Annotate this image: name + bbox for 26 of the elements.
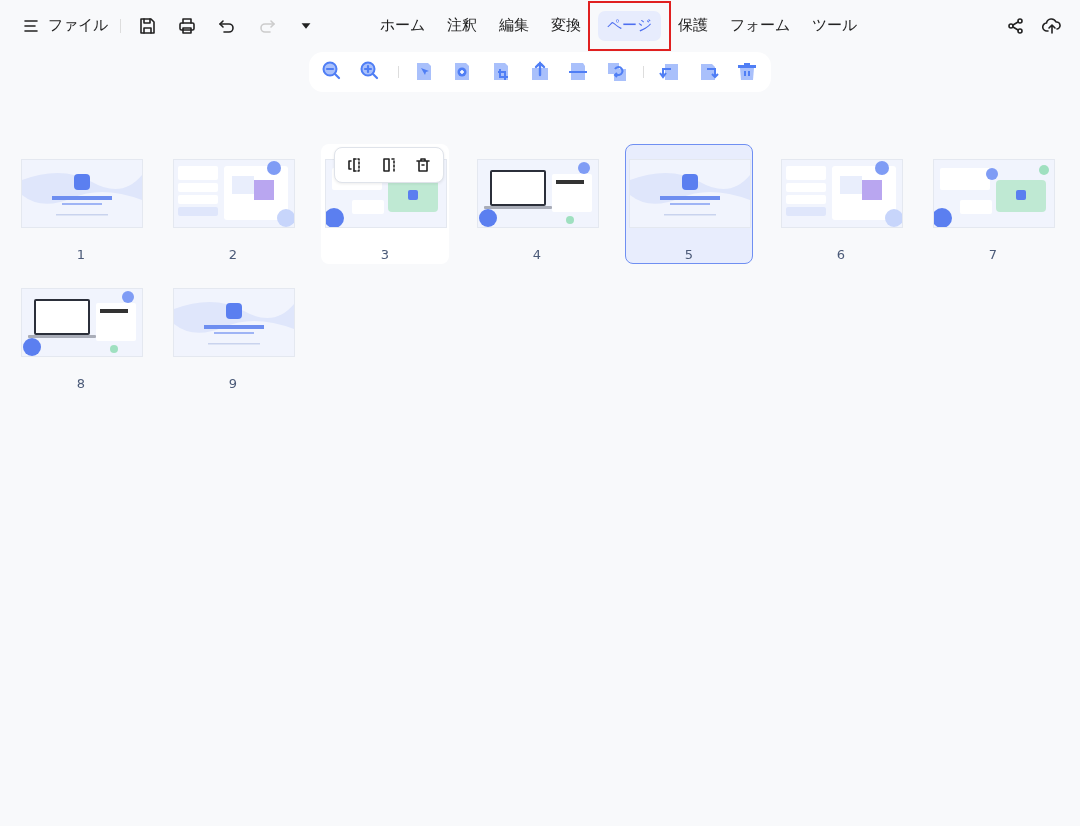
- page-card[interactable]: 5: [625, 144, 753, 264]
- file-menu-button[interactable]: ファイル: [18, 13, 112, 39]
- upload-icon: [1042, 16, 1062, 36]
- menu-tab[interactable]: ページ: [598, 11, 661, 41]
- menu-tab[interactable]: 変換: [542, 11, 590, 41]
- share-icon: [1006, 16, 1026, 36]
- page-number: 5: [683, 246, 695, 264]
- menu-tab[interactable]: 注釈: [438, 11, 486, 41]
- page-number: 3: [379, 246, 391, 264]
- menu-tab[interactable]: 保護: [669, 11, 717, 41]
- page-card[interactable]: 3: [321, 144, 449, 264]
- page-number: 2: [227, 246, 239, 264]
- trash-icon: [413, 155, 433, 175]
- page-number: 8: [75, 375, 87, 393]
- menu-tab[interactable]: フォーム: [721, 11, 799, 41]
- save-icon: [137, 16, 157, 36]
- page-number: 6: [835, 246, 847, 264]
- menu-tab[interactable]: ツール: [803, 11, 866, 41]
- page-number: 9: [227, 375, 239, 393]
- print-icon: [177, 16, 197, 36]
- page-number: 4: [531, 246, 543, 264]
- caret-icon: [301, 23, 311, 29]
- page-number: 7: [987, 246, 999, 264]
- menu-tab[interactable]: ホーム: [371, 11, 434, 41]
- page-number: 1: [75, 246, 87, 264]
- menu-tab[interactable]: 編集: [490, 11, 538, 41]
